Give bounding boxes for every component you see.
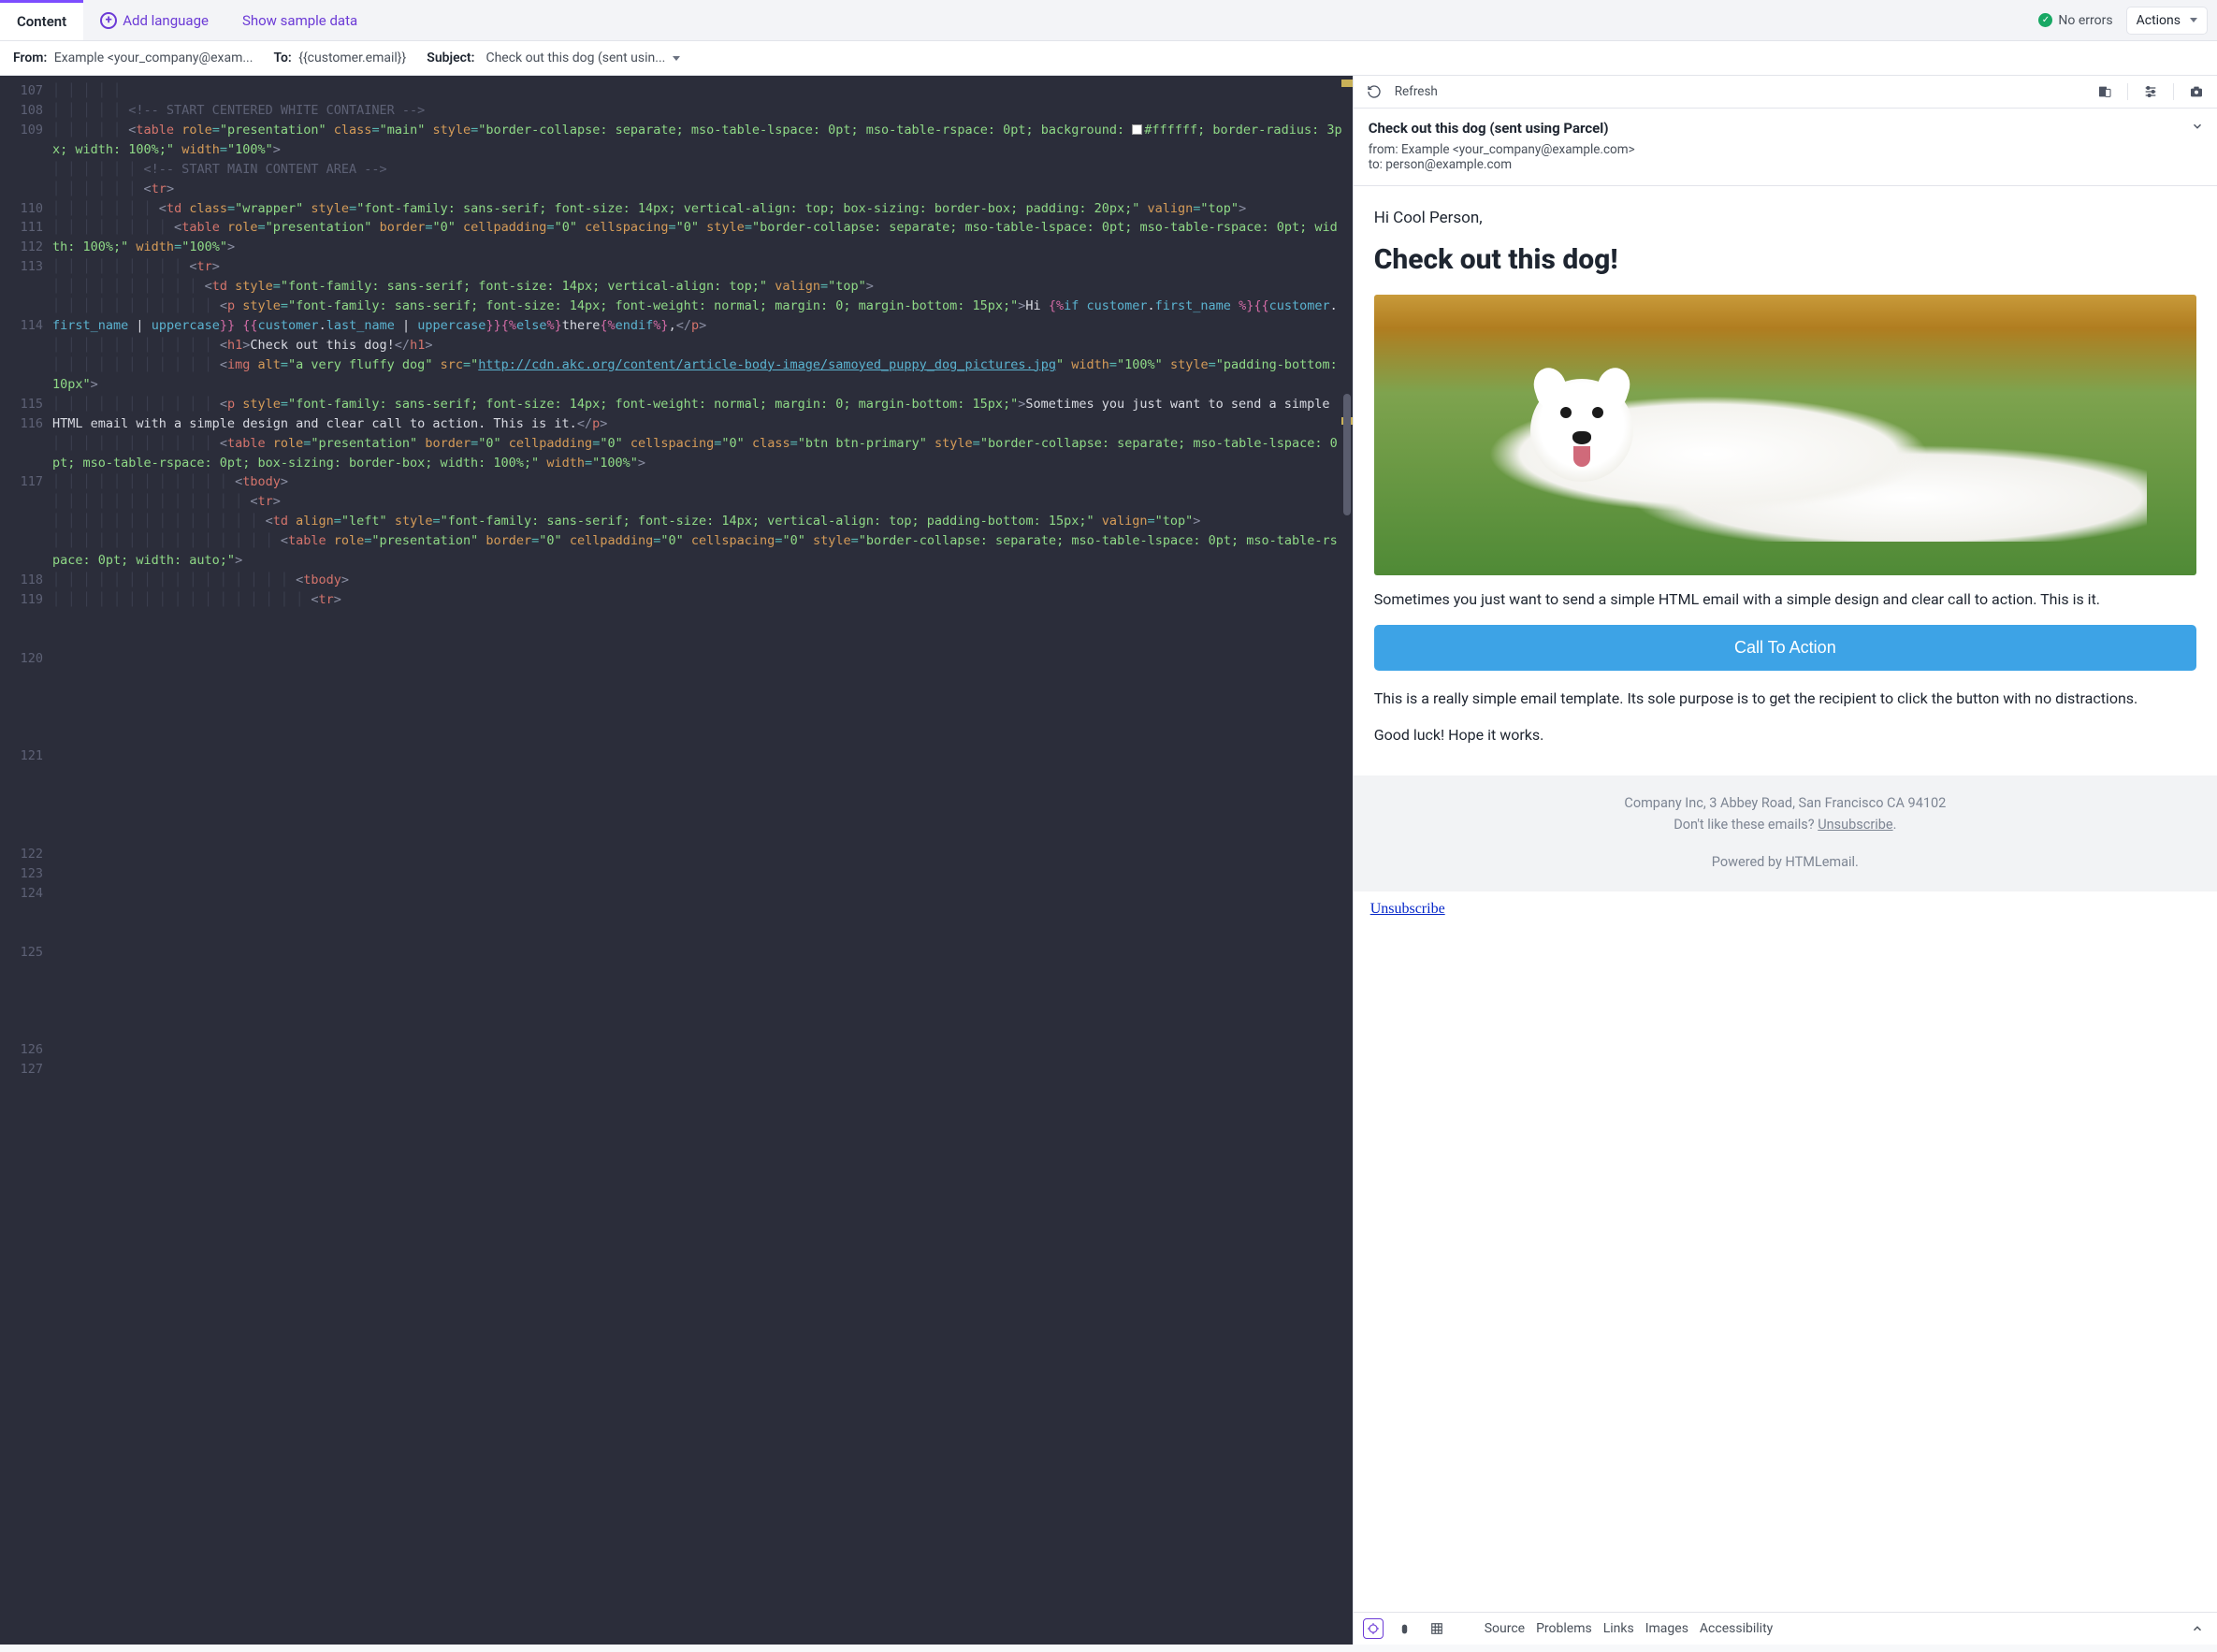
plus-circle-icon: + (100, 12, 117, 29)
editor-scrollbar[interactable] (1341, 76, 1353, 1645)
email-hero-image (1374, 295, 2196, 575)
mouse-icon[interactable] (1395, 1618, 1415, 1639)
refresh-icon[interactable] (1367, 84, 1382, 99)
from-label: From: (13, 51, 47, 65)
email-footer: Company Inc, 3 Abbey Road, San Francisco… (1354, 775, 2217, 891)
tab-source[interactable]: Source (1485, 1621, 1525, 1636)
footer-unsub-text: Don't like these emails? (1674, 817, 1818, 833)
scrollbar-thumb[interactable] (1343, 394, 1351, 515)
error-indicator[interactable]: ✓ No errors (2038, 13, 2112, 28)
show-sample-data-button[interactable]: Show sample data (225, 0, 374, 40)
footer-address: Company Inc, 3 Abbey Road, San Francisco… (1374, 792, 2196, 814)
camera-icon[interactable] (2189, 84, 2204, 99)
actions-label: Actions (2137, 13, 2181, 28)
refresh-label[interactable]: Refresh (1395, 84, 1438, 99)
chevron-down-icon[interactable] (2191, 120, 2204, 137)
actions-dropdown[interactable]: Actions (2126, 7, 2208, 35)
footer-unsubscribe-link[interactable]: Unsubscribe (1818, 817, 1892, 833)
crosshair-icon[interactable] (1363, 1618, 1384, 1639)
editor-code[interactable]: │ │ │ │ │ │ │ │ │ │ <!-- START CENTERED … (52, 76, 1353, 1645)
editor-gutter: 1071081091101111121131141151161171181191… (0, 76, 52, 1645)
plain-unsubscribe-row: Unsubscribe (1354, 891, 2217, 927)
chevron-up-icon[interactable] (2187, 1618, 2208, 1639)
grid-icon[interactable] (1427, 1618, 1447, 1639)
from-value: Example <your_company@exam... (54, 51, 254, 65)
preview-to: to: person@example.com (1369, 157, 2202, 172)
to-value: {{customer.email}} (298, 51, 406, 65)
email-body[interactable]: Hi Cool Person, Check out this dog! Some… (1354, 186, 2217, 1612)
chevron-down-icon (2190, 18, 2197, 22)
add-language-label: Add language (123, 12, 209, 29)
tab-accessibility[interactable]: Accessibility (1700, 1621, 1773, 1636)
preview-bottom-bar: Source Problems Links Images Accessibili… (1354, 1612, 2217, 1645)
preview-toolbar: Refresh (1354, 76, 2217, 109)
email-headline: Check out this dog! (1374, 243, 2196, 276)
scrollbar-marker (1341, 80, 1353, 87)
email-paragraph-3: Good luck! Hope it works. (1374, 724, 2196, 746)
footer-powered: Powered by HTMLemail. (1374, 851, 2196, 873)
chevron-down-icon (673, 56, 680, 61)
preview-from: from: Example <your_company@example.com> (1369, 142, 2202, 157)
checkmark-icon: ✓ (2038, 13, 2052, 27)
preview-title: Check out this dog (sent using Parcel) (1369, 120, 2202, 137)
to-label: To: (273, 51, 291, 65)
email-meta-bar: From: Example <your_company@exam... To: … (0, 41, 2217, 76)
tab-images[interactable]: Images (1645, 1621, 1688, 1636)
error-count-label: No errors (2058, 13, 2112, 28)
meta-from[interactable]: From: Example <your_company@exam... (13, 51, 253, 65)
tab-content[interactable]: Content (0, 0, 83, 40)
meta-subject[interactable]: Subject: Check out this dog (sent usin..… (427, 51, 680, 65)
subject-label: Subject: (427, 51, 474, 65)
preview-pane: Refresh Check out this dog (sent using P… (1353, 76, 2217, 1645)
cta-button[interactable]: Call To Action (1374, 625, 2196, 671)
email-paragraph-1: Sometimes you just want to send a simple… (1374, 588, 2196, 610)
email-paragraph-2: This is a really simple email template. … (1374, 688, 2196, 709)
sliders-icon[interactable] (2143, 84, 2158, 99)
code-editor[interactable]: 1071081091101111121131141151161171181191… (0, 76, 1353, 1645)
tab-links[interactable]: Links (1603, 1621, 1634, 1636)
preview-header: Check out this dog (sent using Parcel) f… (1354, 109, 2217, 186)
meta-to[interactable]: To: {{customer.email}} (273, 51, 406, 65)
devices-icon[interactable] (2097, 84, 2112, 99)
subject-value: Check out this dog (sent usin... (485, 51, 665, 65)
email-greeting: Hi Cool Person, (1374, 207, 2196, 230)
tab-problems[interactable]: Problems (1536, 1621, 1592, 1636)
add-language-button[interactable]: + Add language (83, 0, 225, 40)
unsubscribe-link[interactable]: Unsubscribe (1370, 901, 1445, 917)
top-tab-bar: Content + Add language Show sample data … (0, 0, 2217, 41)
